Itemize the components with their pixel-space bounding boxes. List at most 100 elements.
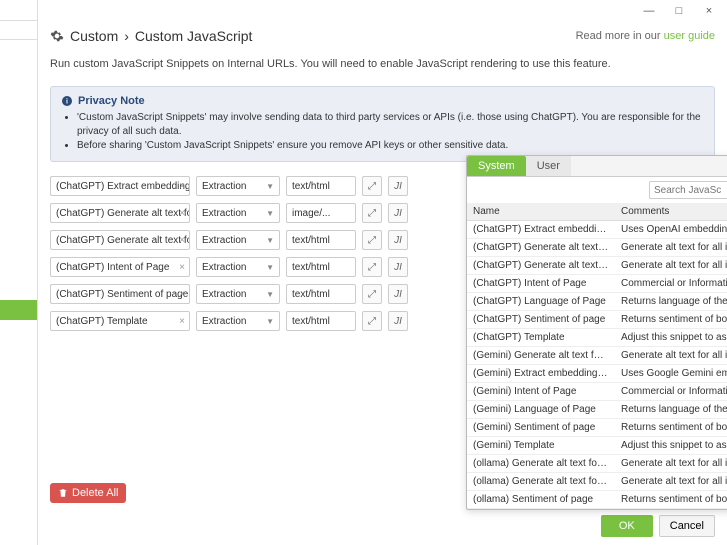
library-table: Name Comments (ChatGPT) Extract embeddin… [467, 203, 727, 509]
library-row[interactable]: (ollama) Generate alt text for images on… [467, 473, 727, 491]
library-row[interactable]: (ollama) Sentiment of pageReturns sentim… [467, 491, 727, 509]
breadcrumb: Custom › Custom JavaScript [50, 28, 252, 44]
search-input[interactable] [649, 181, 727, 199]
svg-text:i: i [66, 99, 68, 106]
edit-js-icon[interactable]: JI [388, 230, 408, 250]
delete-all-button[interactable]: Delete All [50, 483, 126, 503]
snippet-name-input[interactable]: (ChatGPT) Sentiment of page× [50, 284, 190, 304]
lib-comments: Commercial or Informational using ChatGP [615, 275, 727, 293]
snippet-name-input[interactable]: (ChatGPT) Generate alt text for ir× [50, 203, 190, 223]
chevron-down-icon: ▼ [266, 236, 274, 245]
library-row[interactable]: (Gemini) TemplateAdjust this snippet to … [467, 437, 727, 455]
lib-name: (ChatGPT) Extract embeddings from page c… [467, 221, 615, 239]
breadcrumb-sep: › [124, 28, 129, 44]
library-row[interactable]: (Gemini) Generate alt text for imagesGen… [467, 347, 727, 365]
library-row[interactable]: (ChatGPT) Language of PageReturns langua… [467, 293, 727, 311]
library-row[interactable]: (ChatGPT) Generate alt text for imagesGe… [467, 239, 727, 257]
content-type-input[interactable]: text/html [286, 257, 356, 277]
privacy-notice: i Privacy Note 'Custom JavaScript Snippe… [50, 86, 715, 162]
expand-icon[interactable]: ⤢ [362, 257, 382, 277]
breadcrumb-root[interactable]: Custom [70, 28, 118, 44]
sidebar-item-selected[interactable] [0, 300, 37, 320]
lib-name: (Gemini) Template [467, 437, 615, 455]
clear-icon[interactable]: × [179, 235, 185, 246]
chevron-down-icon: ▼ [266, 182, 274, 191]
notice-bullet: 'Custom JavaScript Snippets' may involve… [77, 111, 704, 139]
content-type-input[interactable]: text/html [286, 176, 356, 196]
mode-select[interactable]: Extraction▼ [196, 257, 280, 277]
mode-select[interactable]: Extraction▼ [196, 203, 280, 223]
lib-comments: Uses Google Gemini embeddings API [615, 365, 727, 383]
user-guide-link[interactable]: user guide [664, 30, 715, 42]
lib-name: (Gemini) Extract embeddings from page co… [467, 365, 615, 383]
cancel-button[interactable]: Cancel [659, 515, 715, 537]
lib-name: (ChatGPT) Generate alt text for images o… [467, 257, 615, 275]
expand-icon[interactable]: ⤢ [362, 311, 382, 331]
edit-js-icon[interactable]: JI [388, 311, 408, 331]
expand-icon[interactable]: ⤢ [362, 284, 382, 304]
library-row[interactable]: (ChatGPT) Intent of PageCommercial or In… [467, 275, 727, 293]
content-type-input[interactable]: text/html [286, 230, 356, 250]
lib-name: (ollama) Generate alt text for images on… [467, 473, 615, 491]
edit-js-icon[interactable]: JI [388, 203, 408, 223]
library-row[interactable]: (Gemini) Language of PageReturns languag… [467, 401, 727, 419]
library-popup: System User Name Comments (ChatGPT) Extr… [466, 155, 727, 510]
lib-name: (Gemini) Intent of Page [467, 383, 615, 401]
clear-icon[interactable]: × [179, 316, 185, 327]
edit-js-icon[interactable]: JI [388, 257, 408, 277]
clear-icon[interactable]: × [179, 289, 185, 300]
library-row[interactable]: (ChatGPT) Sentiment of pageReturns senti… [467, 311, 727, 329]
col-name[interactable]: Name [467, 203, 615, 221]
lib-comments: Generate alt text for all image URLs cra… [615, 347, 727, 365]
lib-name: (ollama) Sentiment of page [467, 491, 615, 509]
lib-comments: Returns sentiment of body text using Goo… [615, 419, 727, 437]
clear-icon[interactable]: × [179, 181, 185, 192]
col-comments[interactable]: Comments [615, 203, 727, 221]
snippet-name-input[interactable]: (ChatGPT) Extract embeddings fr× [50, 176, 190, 196]
library-row[interactable]: (ChatGPT) Extract embeddings from page c… [467, 221, 727, 239]
snippet-name-input[interactable]: (ChatGPT) Intent of Page× [50, 257, 190, 277]
lib-comments: Returns language of the body text using … [615, 293, 727, 311]
library-row[interactable]: (ChatGPT) TemplateAdjust this snippet to… [467, 329, 727, 347]
readmore: Read more in our user guide [576, 30, 715, 42]
snippet-name-input[interactable]: (ChatGPT) Template× [50, 311, 190, 331]
close-button[interactable]: × [701, 3, 717, 19]
lib-comments: Returns sentiment of body text using oll… [615, 491, 727, 509]
mode-select[interactable]: Extraction▼ [196, 230, 280, 250]
lib-name: (ChatGPT) Intent of Page [467, 275, 615, 293]
tab-system[interactable]: System [467, 156, 526, 176]
content-type-input[interactable]: text/html [286, 284, 356, 304]
library-row[interactable]: (Gemini) Intent of PageCommercial or Inf… [467, 383, 727, 401]
notice-title: Privacy Note [78, 95, 145, 107]
lib-name: (ChatGPT) Generate alt text for images [467, 239, 615, 257]
library-row[interactable]: (ollama) Generate alt text for imagesGen… [467, 455, 727, 473]
edit-js-icon[interactable]: JI [388, 176, 408, 196]
library-row[interactable]: (ChatGPT) Generate alt text for images o… [467, 257, 727, 275]
lib-comments: Adjust this snippet to ask anything... [615, 329, 727, 347]
lib-name: (Gemini) Language of Page [467, 401, 615, 419]
edit-js-icon[interactable]: JI [388, 284, 408, 304]
expand-icon[interactable]: ⤢ [362, 203, 382, 223]
chevron-down-icon: ▼ [266, 263, 274, 272]
lib-name: (ChatGPT) Language of Page [467, 293, 615, 311]
content-type-input[interactable]: text/html [286, 311, 356, 331]
expand-icon[interactable]: ⤢ [362, 230, 382, 250]
clear-icon[interactable]: × [179, 262, 185, 273]
sidebar-item[interactable] [0, 20, 37, 40]
snippet-name-input[interactable]: (ChatGPT) Generate alt text for ir× [50, 230, 190, 250]
chevron-down-icon: ▼ [266, 317, 274, 326]
content-type-input[interactable]: image/... [286, 203, 356, 223]
mode-select[interactable]: Extraction▼ [196, 176, 280, 196]
ok-button[interactable]: OK [601, 515, 653, 537]
maximize-button[interactable]: □ [671, 3, 687, 19]
mode-select[interactable]: Extraction▼ [196, 311, 280, 331]
chevron-down-icon: ▼ [266, 209, 274, 218]
library-row[interactable]: (Gemini) Sentiment of pageReturns sentim… [467, 419, 727, 437]
minimize-button[interactable]: — [641, 3, 657, 19]
tab-user[interactable]: User [526, 156, 571, 176]
lib-comments: Adjust this snippet to ask anything [615, 437, 727, 455]
library-row[interactable]: (Gemini) Extract embeddings from page co… [467, 365, 727, 383]
clear-icon[interactable]: × [179, 208, 185, 219]
mode-select[interactable]: Extraction▼ [196, 284, 280, 304]
expand-icon[interactable]: ⤢ [362, 176, 382, 196]
